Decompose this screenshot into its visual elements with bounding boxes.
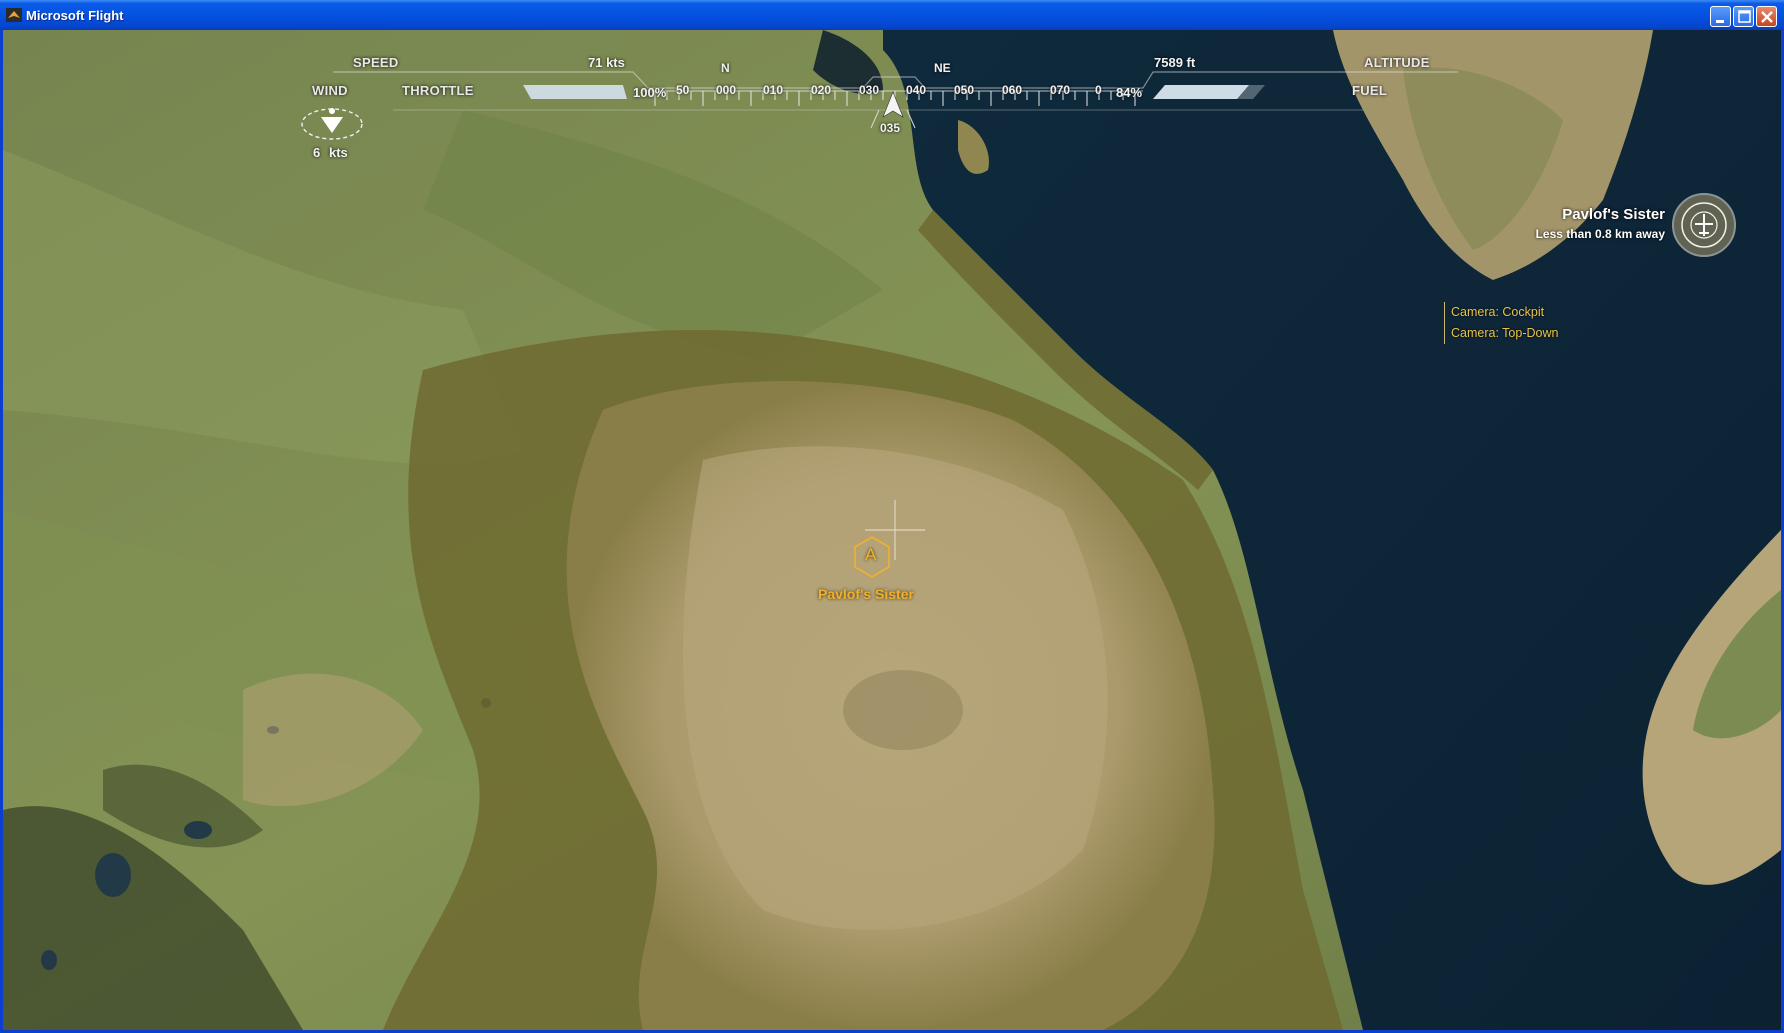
maximize-icon [1738, 10, 1751, 23]
minimize-button[interactable] [1710, 6, 1731, 27]
map-viewport[interactable]: SPEED 71 kts WIND 6 kts THROTTLE 100% 75… [3, 30, 1781, 1030]
close-icon [1761, 11, 1773, 23]
camera-cockpit-option[interactable]: Camera: Cockpit [1451, 302, 1558, 323]
minimize-icon [1716, 20, 1724, 23]
airplane-target-icon[interactable] [3, 30, 1781, 330]
camera-menu: Camera: Cockpit Camera: Top-Down [1444, 302, 1558, 344]
camera-topdown-option[interactable]: Camera: Top-Down [1451, 323, 1558, 344]
window-title: Microsoft Flight [26, 8, 124, 23]
title-bar[interactable]: Microsoft Flight [0, 0, 1784, 30]
airplane-app-icon [6, 8, 22, 22]
maximize-button[interactable] [1733, 6, 1754, 27]
close-button[interactable] [1756, 6, 1777, 27]
app-window: Microsoft Flight SPEED 71 kts WIND 6 kts… [0, 0, 1784, 1033]
waypoint-letter: A [865, 545, 877, 564]
waypoint-name: Pavlof's Sister [818, 586, 914, 602]
